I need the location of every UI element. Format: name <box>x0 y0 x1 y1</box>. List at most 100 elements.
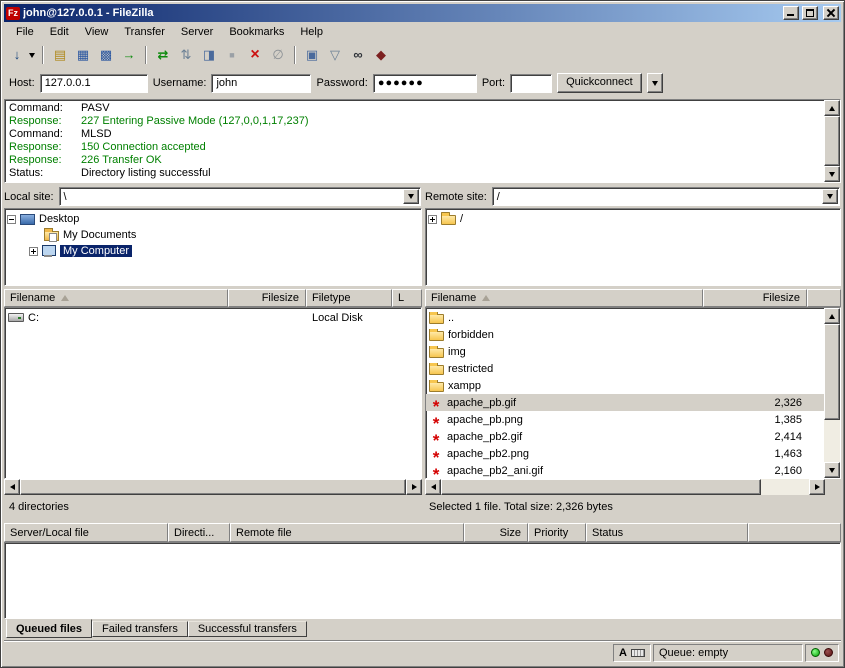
menu-server[interactable]: Server <box>173 23 221 41</box>
titlebar[interactable]: Fz john@127.0.0.1 - FileZilla <box>4 4 841 22</box>
remote-site-combo[interactable]: / <box>492 187 840 206</box>
scroll-right-button[interactable] <box>809 479 825 495</box>
menu-bookmarks[interactable]: Bookmarks <box>221 23 292 41</box>
column-header-direction[interactable]: Directi... <box>168 523 230 542</box>
abort-button[interactable]: ■ <box>221 44 243 66</box>
site-manager-button[interactable]: ↓ <box>8 44 37 66</box>
column-header-filename[interactable]: Filename <box>425 289 703 307</box>
column-header-filename[interactable]: Filename <box>4 289 228 307</box>
menu-view[interactable]: View <box>77 23 117 41</box>
queue-status-panel: Queue: empty <box>653 644 803 662</box>
column-header-priority[interactable]: Priority <box>528 523 586 542</box>
quickconnect-dropdown[interactable] <box>647 73 663 93</box>
directory-trees: Local site: \ Desktop My Documents <box>4 186 841 286</box>
collapse-icon[interactable] <box>7 215 16 224</box>
quickconnect-button[interactable]: Quickconnect <box>557 73 642 93</box>
column-header-size[interactable]: Size <box>464 523 528 542</box>
tree-item-root[interactable]: / <box>428 211 838 227</box>
scroll-down-button[interactable] <box>824 462 840 478</box>
log-scrollbar[interactable] <box>824 100 840 182</box>
close-button[interactable] <box>823 6 839 20</box>
username-input[interactable]: john <box>211 74 311 93</box>
column-header-lastmodified[interactable]: L <box>392 289 422 307</box>
scroll-down-button[interactable] <box>824 166 840 182</box>
site-manager-dropdown[interactable] <box>26 46 37 64</box>
scroll-up-button[interactable] <box>824 308 840 324</box>
file-row[interactable]: apache_pb2_ani.gif 2,160 <box>426 462 824 479</box>
remote-vertical-scrollbar[interactable] <box>824 308 840 478</box>
settings-button[interactable]: ◆ <box>370 44 392 66</box>
window-icon: ▣ <box>303 46 321 64</box>
tree-item-desktop[interactable]: Desktop <box>7 211 419 227</box>
combo-dropdown-button[interactable] <box>822 189 838 204</box>
tab-successful-transfers[interactable]: Successful transfers <box>188 621 307 637</box>
host-input[interactable]: 127.0.0.1 <box>40 74 148 93</box>
maximize-icon <box>806 9 814 17</box>
toggle-message-log-button[interactable]: ▤ <box>49 44 71 66</box>
transfer-type-indicator[interactable]: A <box>613 644 651 662</box>
file-row[interactable]: forbidden <box>426 326 824 343</box>
menu-help[interactable]: Help <box>292 23 331 41</box>
file-row[interactable]: apache_pb.png 1,385 <box>426 411 824 428</box>
toggle-remote-tree-button[interactable]: ▩ <box>95 44 117 66</box>
file-row[interactable]: xampp <box>426 377 824 394</box>
scrollbar-thumb[interactable] <box>824 324 840 420</box>
tree-item-my-computer[interactable]: My Computer <box>7 243 419 259</box>
toggle-local-tree-button[interactable]: ▦ <box>72 44 94 66</box>
column-header-filesize[interactable]: Filesize <box>703 289 807 307</box>
file-row-selected[interactable]: apache_pb.gif 2,326 <box>426 394 824 411</box>
combo-dropdown-button[interactable] <box>403 189 419 204</box>
filter-button[interactable]: ▽ <box>324 44 346 66</box>
column-header-status[interactable]: Status <box>586 523 748 542</box>
tab-queued-files[interactable]: Queued files <box>6 619 92 638</box>
sort-ascending-icon <box>482 295 490 301</box>
scrollbar-track[interactable] <box>824 420 840 462</box>
scrollbar-thumb[interactable] <box>824 116 840 166</box>
password-input[interactable]: ●●●●●● <box>373 74 477 93</box>
tab-failed-transfers[interactable]: Failed transfers <box>92 621 188 637</box>
new-window-button[interactable]: ▣ <box>301 44 323 66</box>
maximize-button[interactable] <box>802 6 818 20</box>
file-row[interactable]: apache_pb2.png 1,463 <box>426 445 824 462</box>
column-header-remote-file[interactable]: Remote file <box>230 523 464 542</box>
find-button[interactable]: ∞ <box>347 44 369 66</box>
synchronized-browsing-button[interactable]: ⇅ <box>175 44 197 66</box>
local-horizontal-scrollbar[interactable] <box>4 479 422 495</box>
menu-edit[interactable]: Edit <box>42 23 77 41</box>
expand-icon[interactable] <box>428 215 437 224</box>
file-row[interactable]: img <box>426 343 824 360</box>
scrollbar-thumb[interactable] <box>441 479 761 495</box>
expand-icon[interactable] <box>29 247 38 256</box>
minimize-button[interactable] <box>783 6 799 20</box>
column-header-server-local-file[interactable]: Server/Local file <box>4 523 168 542</box>
local-directory-tree: Desktop My Documents My Computer <box>4 208 422 286</box>
file-row[interactable]: restricted <box>426 360 824 377</box>
queue-list[interactable] <box>4 542 841 619</box>
file-row[interactable]: .. <box>426 309 824 326</box>
scroll-left-button[interactable] <box>4 479 20 495</box>
scroll-left-button[interactable] <box>425 479 441 495</box>
port-input[interactable] <box>510 74 552 93</box>
menu-transfer[interactable]: Transfer <box>116 23 173 41</box>
refresh-button[interactable]: ⇄ <box>152 44 174 66</box>
scrollbar-track[interactable] <box>761 479 809 495</box>
local-tree-icon: ▦ <box>74 46 92 64</box>
directory-comparison-button[interactable]: ◨ <box>198 44 220 66</box>
cancel-button[interactable]: × <box>244 44 266 66</box>
menu-file[interactable]: File <box>8 23 42 41</box>
scrollbar-thumb[interactable] <box>20 479 406 495</box>
file-name: forbidden <box>448 329 494 341</box>
file-row[interactable]: apache_pb2.gif 2,414 <box>426 428 824 445</box>
toggle-queue-button[interactable]: → <box>118 44 140 66</box>
tree-item-my-documents[interactable]: My Documents <box>7 227 419 243</box>
column-header-filetype[interactable]: Filetype <box>306 289 392 307</box>
scroll-right-button[interactable] <box>406 479 422 495</box>
column-header-filesize[interactable]: Filesize <box>228 289 306 307</box>
disconnect-button[interactable]: ∅ <box>267 44 289 66</box>
queue-header: Server/Local file Directi... Remote file… <box>4 523 841 542</box>
file-row[interactable]: C: Local Disk <box>5 309 421 326</box>
local-site-combo[interactable]: \ <box>59 187 421 206</box>
remote-horizontal-scrollbar[interactable] <box>425 479 841 495</box>
scroll-up-button[interactable] <box>824 100 840 116</box>
message-log: Command:PASV Response:227 Entering Passi… <box>4 99 841 183</box>
